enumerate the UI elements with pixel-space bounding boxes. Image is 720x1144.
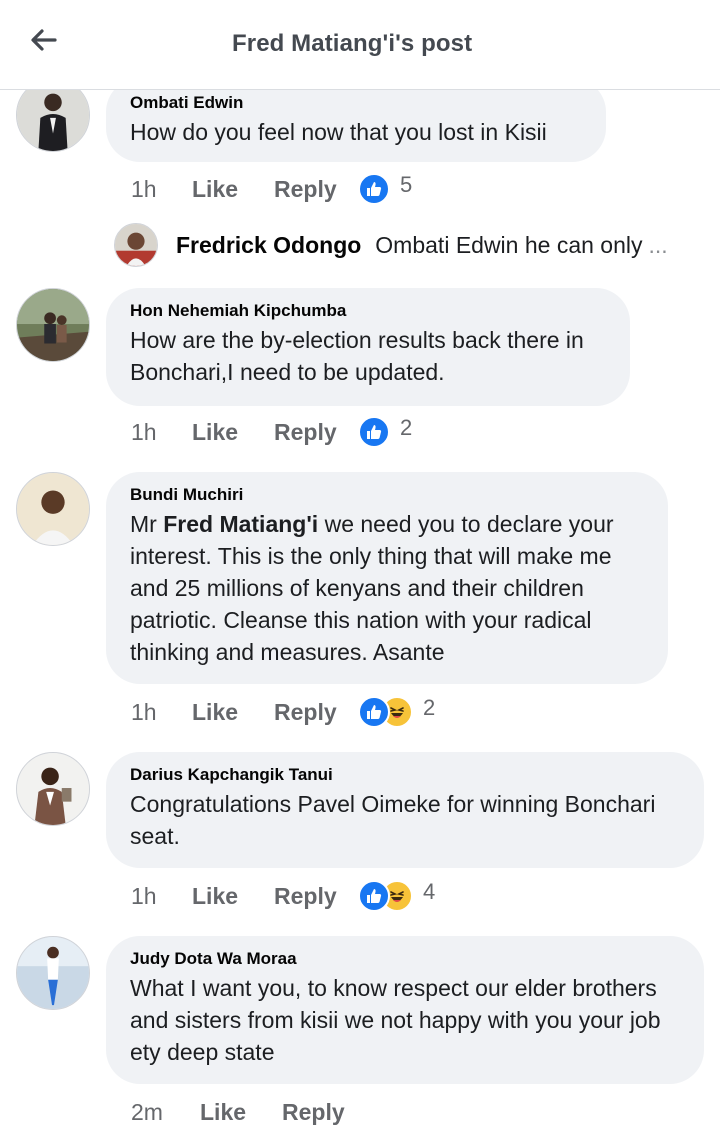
- comment-timestamp[interactable]: 1h: [131, 419, 192, 446]
- reactions-summary[interactable]: 5: [358, 172, 413, 205]
- comment-text: What I want you, to know respect our eld…: [130, 975, 661, 1065]
- reaction-count: 5: [400, 172, 413, 197]
- arrow-left-icon: [31, 29, 57, 51]
- reply-text: Ombati Edwin he can only: [375, 231, 643, 258]
- reply-preview[interactable]: Fredrick Odongo Ombati Edwin he can only…: [114, 222, 668, 268]
- avatar[interactable]: [16, 288, 90, 362]
- reply-button[interactable]: Reply: [282, 1099, 366, 1126]
- comment-author[interactable]: Darius Kapchangik Tanui: [130, 764, 680, 786]
- like-button[interactable]: Like: [192, 176, 274, 203]
- like-button[interactable]: Like: [200, 1099, 282, 1126]
- like-reaction-icon: [358, 880, 390, 912]
- comment-actions: 1h Like Reply 2: [131, 695, 435, 729]
- reply-button[interactable]: Reply: [274, 176, 358, 203]
- comment-author[interactable]: Bundi Muchiri: [130, 484, 644, 506]
- avatar[interactable]: [16, 752, 90, 826]
- like-button[interactable]: Like: [192, 419, 274, 446]
- comment-author[interactable]: Judy Dota Wa Moraa: [130, 948, 680, 970]
- reply-ellipsis: ...: [648, 231, 668, 258]
- comment-timestamp[interactable]: 1h: [131, 883, 192, 910]
- reactions-summary[interactable]: 4: [358, 879, 436, 912]
- reply-button[interactable]: Reply: [274, 699, 358, 726]
- comment-bubble: Judy Dota Wa Moraa What I want you, to k…: [106, 936, 704, 1084]
- reply-button[interactable]: Reply: [274, 419, 358, 446]
- comment-text: How do you feel now that you lost in Kis…: [130, 119, 547, 145]
- comment-timestamp[interactable]: 1h: [131, 176, 192, 203]
- header: Fred Matiang'i's post: [0, 0, 720, 90]
- reaction-count: 2: [400, 415, 413, 440]
- reply-button[interactable]: Reply: [274, 883, 358, 910]
- reactions-summary[interactable]: 2: [358, 695, 436, 728]
- comment-bubble: Bundi Muchiri Mr Fred Matiang'i we need …: [106, 472, 668, 684]
- avatar[interactable]: [16, 472, 90, 546]
- like-reaction-icon: [358, 173, 390, 205]
- comment-bubble: Ombati Edwin How do you feel now that yo…: [106, 78, 606, 162]
- comment-actions: 1h Like Reply 4: [131, 879, 435, 913]
- reaction-count: 2: [423, 695, 436, 720]
- comment-bubble: Darius Kapchangik Tanui Congratulations …: [106, 752, 704, 868]
- comment-author[interactable]: Ombati Edwin: [130, 92, 582, 114]
- comment-actions: 1h Like Reply 2: [131, 415, 412, 449]
- reactions-summary[interactable]: 2: [358, 415, 413, 448]
- like-reaction-icon: [358, 416, 390, 448]
- avatar[interactable]: [16, 936, 90, 1010]
- like-reaction-icon: [358, 696, 390, 728]
- reply-author[interactable]: Fredrick Odongo: [176, 232, 361, 259]
- back-button[interactable]: [22, 22, 66, 58]
- avatar[interactable]: [114, 223, 158, 267]
- like-button[interactable]: Like: [192, 883, 274, 910]
- comment-text: Congratulations Pavel Oimeke for winning…: [130, 791, 656, 849]
- comment-actions: 2m Like Reply: [131, 1095, 366, 1129]
- like-button[interactable]: Like: [192, 699, 274, 726]
- comment-bubble: Hon Nehemiah Kipchumba How are the by-el…: [106, 288, 630, 406]
- comment-text: How are the by-election results back the…: [130, 327, 584, 385]
- comment-actions: 1h Like Reply 5: [131, 172, 412, 206]
- page-title: Fred Matiang'i's post: [232, 30, 473, 57]
- comment-text-prefix: Mr: [130, 511, 164, 537]
- comment-author[interactable]: Hon Nehemiah Kipchumba: [130, 300, 606, 322]
- comment-text: Mr Fred Matiang'i we need you to declare…: [130, 508, 644, 668]
- comment-timestamp[interactable]: 2m: [131, 1099, 200, 1126]
- mention-link[interactable]: Fred Matiang'i: [163, 511, 318, 537]
- reaction-count: 4: [423, 879, 436, 904]
- comment-timestamp[interactable]: 1h: [131, 699, 192, 726]
- comments-page: Fred Matiang'i's post Ombati Edwin How d…: [0, 0, 720, 1144]
